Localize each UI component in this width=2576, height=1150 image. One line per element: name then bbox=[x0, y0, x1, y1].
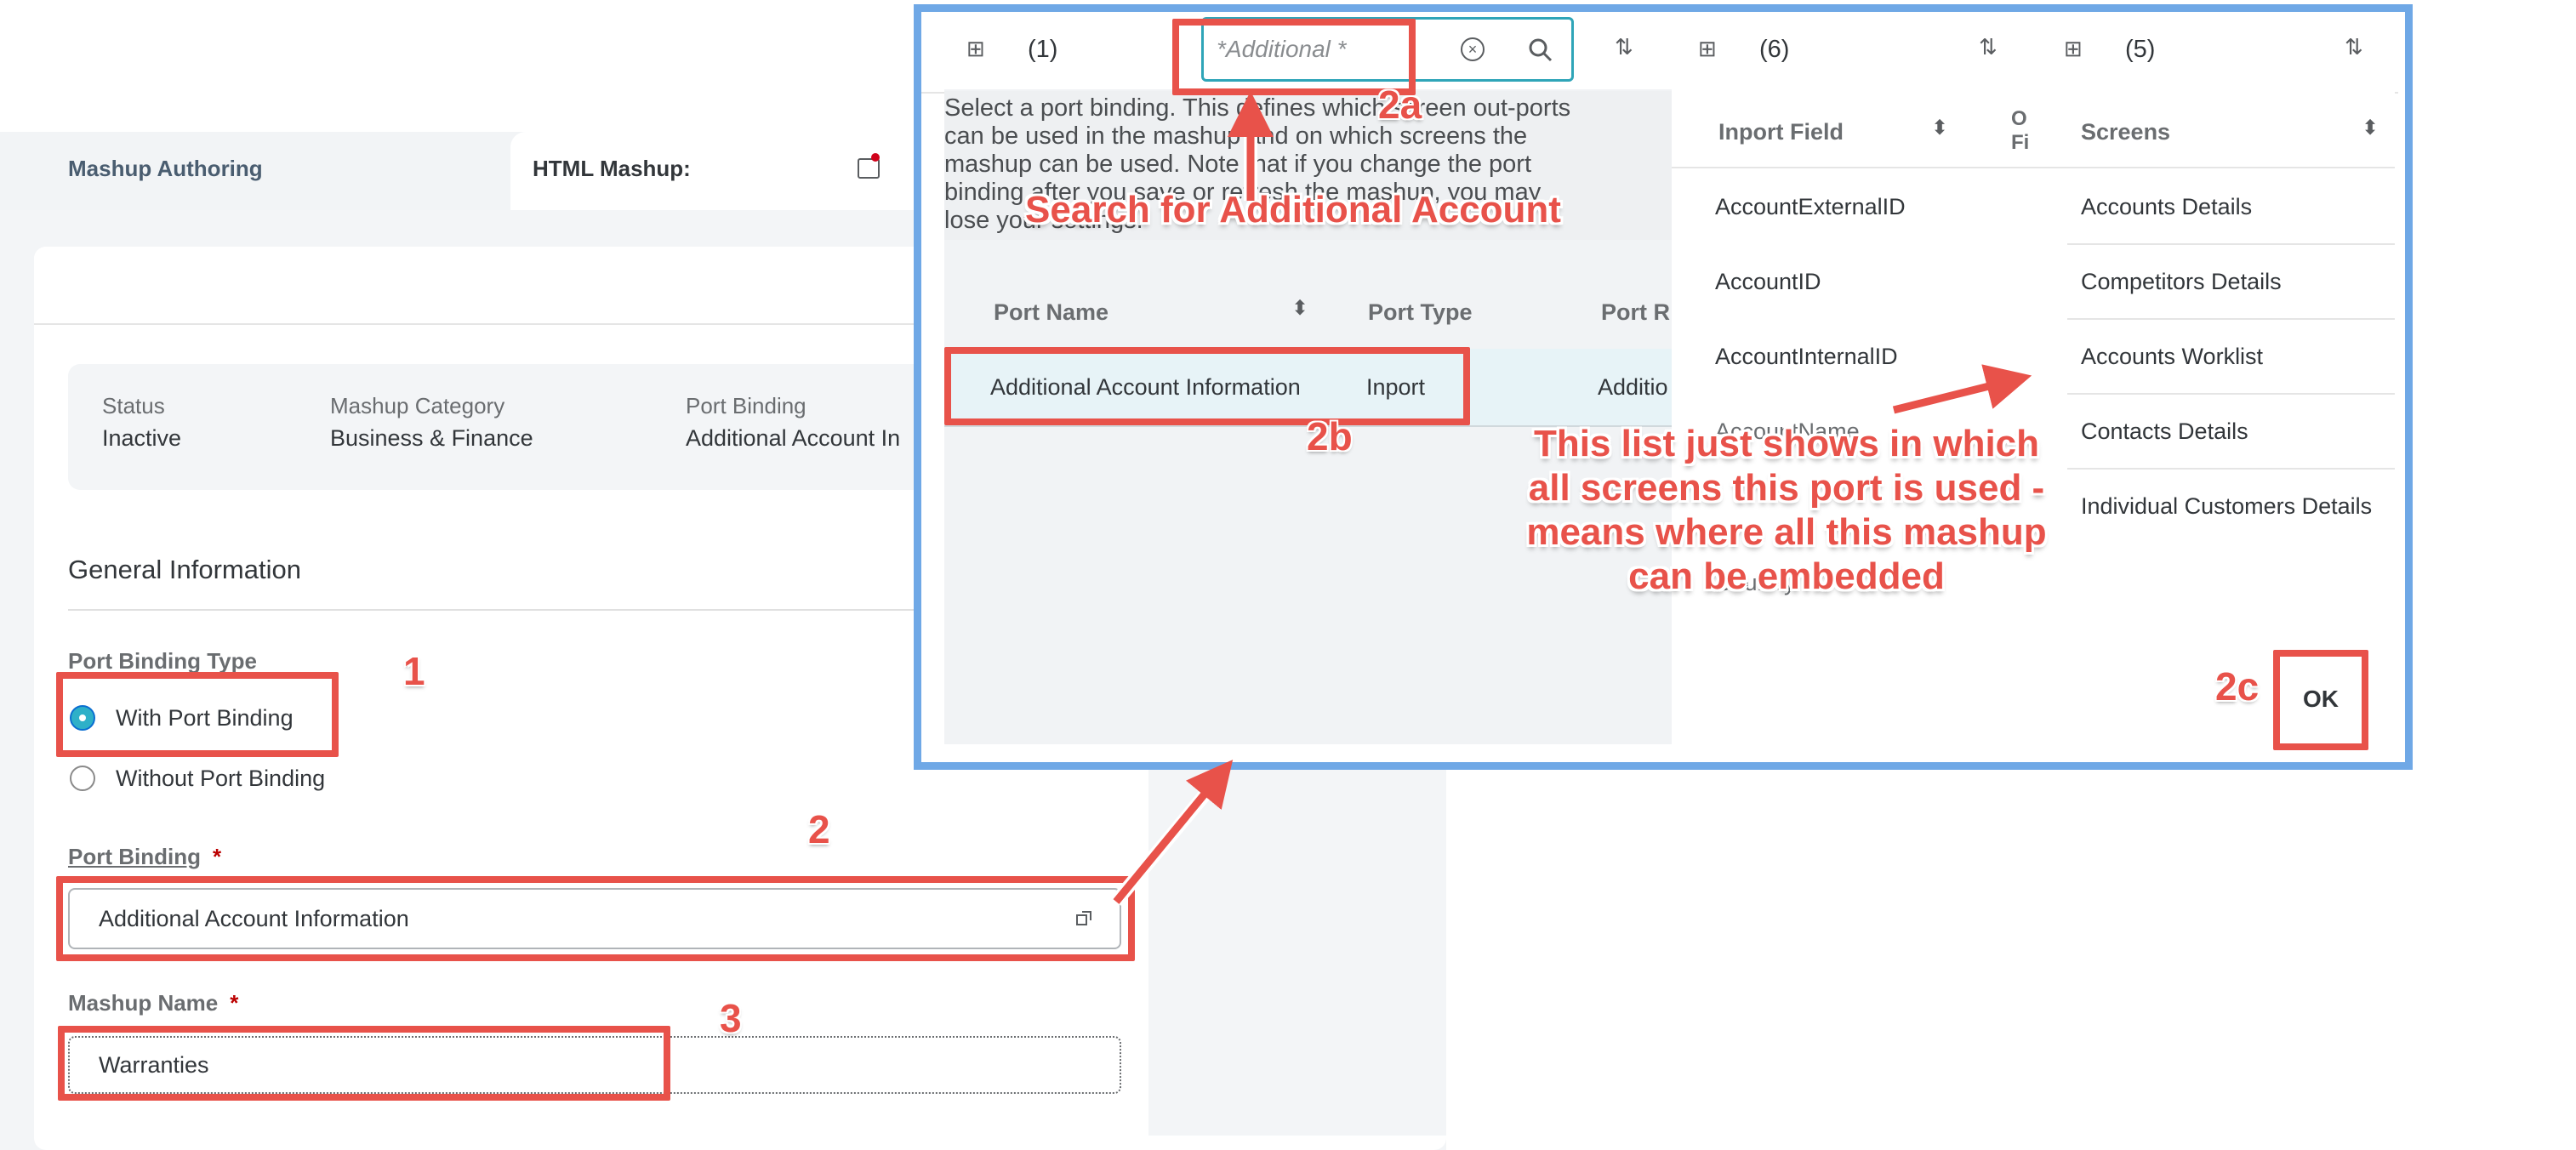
arrow-to-dialog bbox=[1110, 760, 1234, 907]
arrow-to-screens bbox=[1892, 364, 2032, 417]
annotation-arrows bbox=[1110, 91, 2032, 907]
